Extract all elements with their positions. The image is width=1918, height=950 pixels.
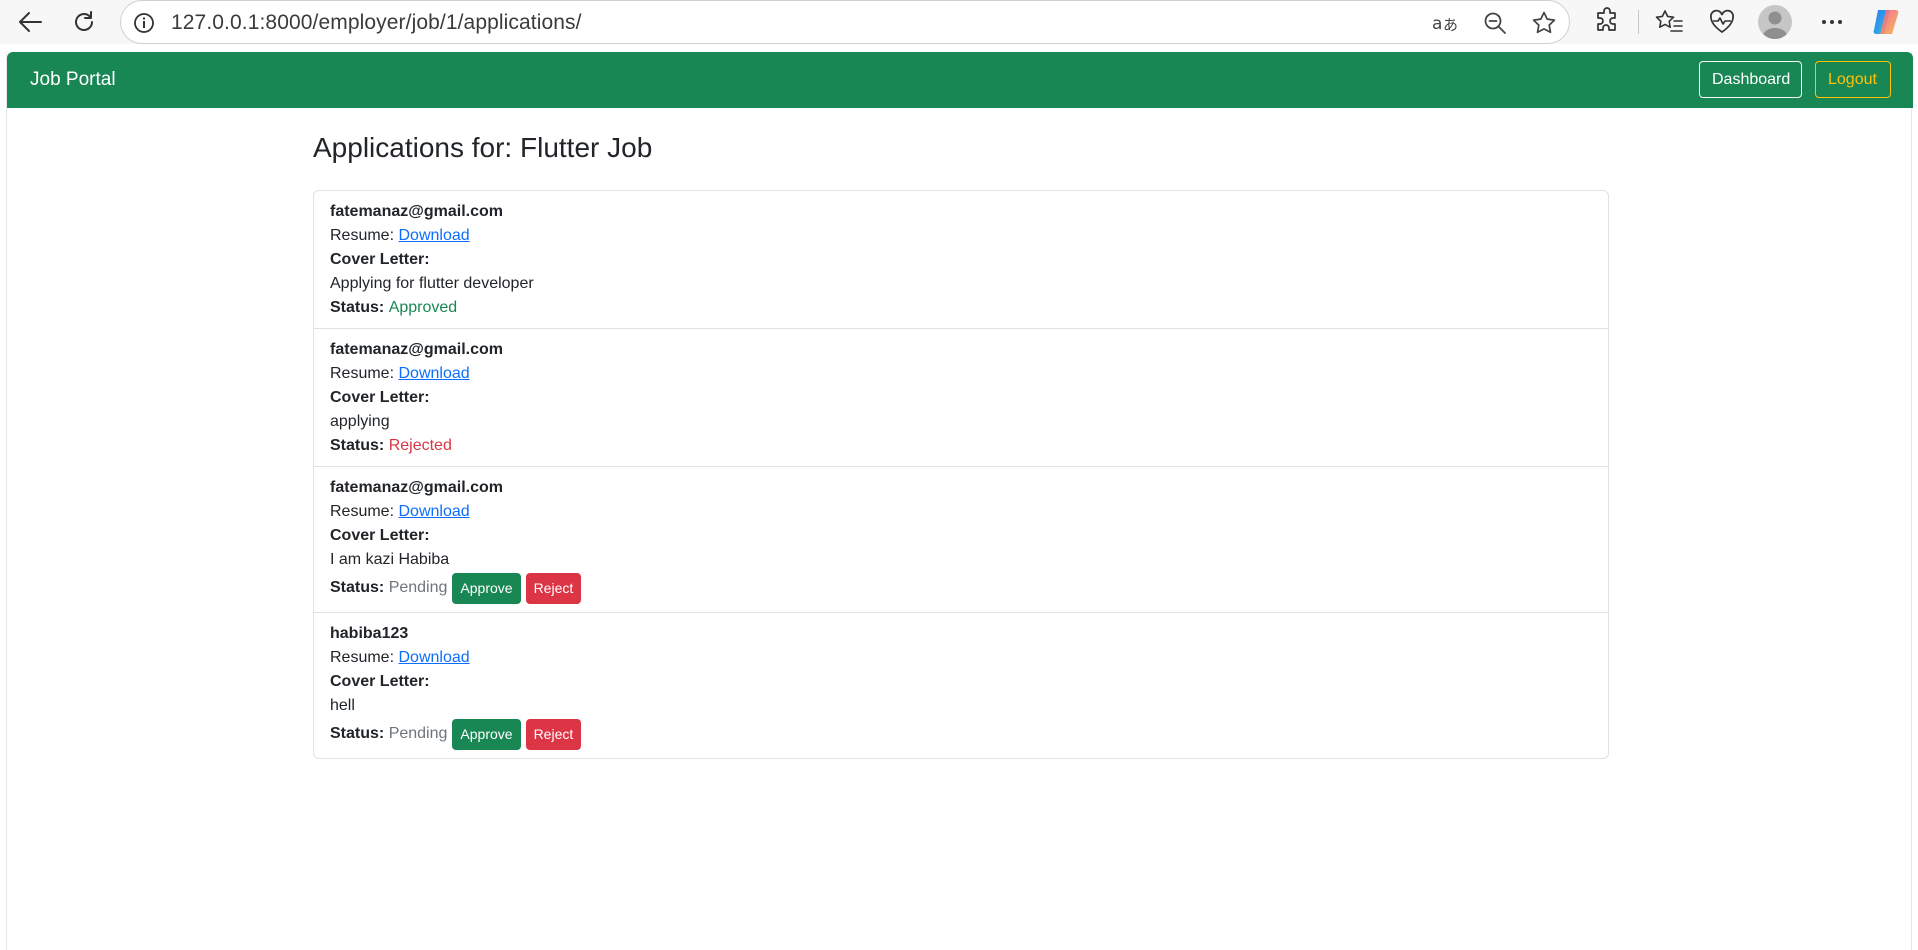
- application-item: fatemanaz@gmail.com Resume: Download Cov…: [314, 191, 1608, 328]
- extensions-icon[interactable]: [1594, 6, 1622, 36]
- cover-letter-label: Cover Letter:: [330, 389, 430, 406]
- approve-button[interactable]: Approve: [452, 572, 521, 604]
- cover-letter-label: Cover Letter:: [330, 251, 430, 268]
- page-viewport: Job Portal Dashboard Logout Applications…: [6, 52, 1913, 950]
- status-value: Pending: [388, 579, 448, 596]
- applicant-name: fatemanaz@gmail.com: [330, 341, 503, 358]
- copilot-icon[interactable]: [1870, 4, 1906, 40]
- reject-button[interactable]: Reject: [525, 718, 582, 750]
- status-label: Status:: [330, 437, 385, 454]
- cover-letter-text: I am kazi Habiba: [330, 551, 450, 568]
- page-title: Applications for: Flutter Job: [313, 132, 653, 163]
- reject-button[interactable]: Reject: [525, 572, 582, 604]
- svg-text:a: a: [1432, 14, 1442, 34]
- favorites-icon[interactable]: [1654, 8, 1684, 36]
- translate-icon[interactable]: aあ: [1431, 10, 1459, 36]
- svg-text:あ: あ: [1443, 16, 1458, 34]
- cover-letter-label: Cover Letter:: [330, 673, 430, 690]
- browser-toolbar: 127.0.0.1:8000/employer/job/1/applicatio…: [0, 0, 1918, 44]
- applicant-name: fatemanaz@gmail.com: [330, 203, 503, 220]
- application-item: fatemanaz@gmail.com Resume: Download Cov…: [314, 328, 1608, 466]
- resume-label: Resume:: [330, 503, 395, 520]
- cover-letter-text: Applying for flutter developer: [330, 275, 534, 292]
- cover-letter-label: Cover Letter:: [330, 527, 430, 544]
- logout-button[interactable]: Logout: [1815, 61, 1891, 98]
- status-label: Status:: [330, 725, 385, 742]
- reload-icon: [75, 11, 93, 31]
- favorite-star-icon[interactable]: [1531, 10, 1557, 36]
- back-button[interactable]: [10, 2, 50, 42]
- zoom-out-icon[interactable]: [1482, 10, 1508, 36]
- back-arrow-icon: [19, 12, 42, 32]
- resume-label: Resume:: [330, 227, 395, 244]
- url-text[interactable]: 127.0.0.1:8000/employer/job/1/applicatio…: [171, 11, 582, 35]
- address-bar[interactable]: 127.0.0.1:8000/employer/job/1/applicatio…: [120, 0, 1570, 44]
- approve-button[interactable]: Approve: [452, 718, 521, 750]
- info-icon[interactable]: [133, 12, 155, 34]
- resume-download-link[interactable]: Download: [398, 227, 469, 244]
- applicant-name: fatemanaz@gmail.com: [330, 479, 503, 496]
- reload-button[interactable]: [64, 2, 104, 42]
- resume-download-link[interactable]: Download: [398, 365, 469, 382]
- resume-download-link[interactable]: Download: [398, 503, 469, 520]
- resume-label: Resume:: [330, 649, 395, 666]
- status-value: Pending: [388, 725, 448, 742]
- resume-download-link[interactable]: Download: [398, 649, 469, 666]
- browser-essentials-icon[interactable]: [1708, 8, 1736, 36]
- cover-letter-text: hell: [330, 697, 355, 714]
- status-label: Status:: [330, 299, 385, 316]
- cover-letter-text: applying: [330, 413, 390, 430]
- status-value: Rejected: [388, 437, 452, 454]
- applicant-name: habiba123: [330, 625, 409, 642]
- navbar: Job Portal Dashboard Logout: [7, 52, 1913, 108]
- toolbar-divider: [1638, 10, 1639, 34]
- dashboard-button[interactable]: Dashboard: [1699, 61, 1802, 98]
- more-options-icon[interactable]: [1818, 8, 1846, 36]
- status-label: Status:: [330, 579, 385, 596]
- application-item: habiba123 Resume: Download Cover Letter:…: [314, 612, 1608, 758]
- resume-label: Resume:: [330, 365, 395, 382]
- applications-list: fatemanaz@gmail.com Resume: Download Cov…: [313, 190, 1609, 759]
- profile-avatar[interactable]: [1758, 5, 1792, 39]
- avatar-person-icon: [1763, 11, 1787, 39]
- application-item: fatemanaz@gmail.com Resume: Download Cov…: [314, 466, 1608, 612]
- status-value: Approved: [388, 299, 458, 316]
- navbar-brand[interactable]: Job Portal: [30, 69, 116, 91]
